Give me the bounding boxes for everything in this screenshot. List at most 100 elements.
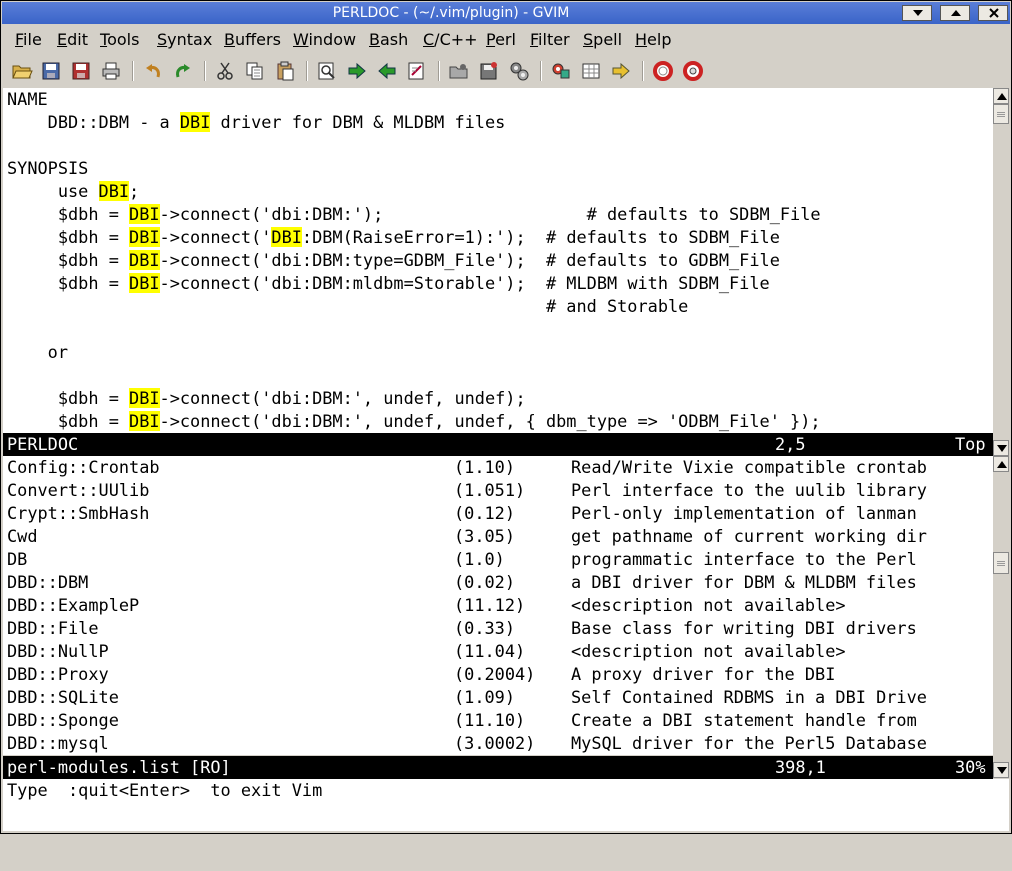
scroll-thumb[interactable]	[993, 552, 1009, 574]
scroll-down-button[interactable]	[993, 762, 1009, 778]
module-version: (3.05)	[454, 526, 516, 546]
menu-edit[interactable]: Edit	[57, 30, 88, 49]
window-menu-button[interactable]	[902, 5, 932, 21]
module-row[interactable]: DBD::mysql (3.0002) MySQL driver for the P…	[3, 732, 993, 755]
module-name: DBD::NullP	[7, 641, 109, 661]
module-description: a DBI driver for DBM & MLDBM files	[571, 572, 917, 592]
scroll-up-button[interactable]	[993, 88, 1009, 104]
menu-filter[interactable]: Filter	[530, 30, 570, 49]
buffer-name: PERLDOC	[7, 434, 79, 454]
module-description: <description not available>	[571, 641, 846, 661]
help-icon[interactable]	[652, 60, 674, 82]
title-bar[interactable]: PERLDOC - (~/.vim/plugin) - GVIM	[2, 2, 1010, 24]
gvim-window: PERLDOC - (~/.vim/plugin) - GVIM File Edi…	[0, 0, 1012, 834]
shell-icon[interactable]	[580, 60, 602, 82]
copy-icon[interactable]	[244, 60, 266, 82]
menu-syntax[interactable]: Syntax	[157, 30, 212, 49]
menu-help[interactable]: Help	[635, 30, 671, 49]
session-open-icon[interactable]	[448, 60, 470, 82]
menu-window[interactable]: Window	[293, 30, 356, 49]
replace-icon[interactable]	[406, 60, 428, 82]
module-description: Base class for writing DBI drivers	[571, 618, 917, 638]
module-description: <description not available>	[571, 595, 846, 615]
module-name: DBD::Sponge	[7, 710, 119, 730]
tags-icon[interactable]	[610, 60, 632, 82]
doc-line: DBD::DBM - a DBI driver for DBM & MLDBM …	[7, 112, 506, 132]
save-all-icon[interactable]	[70, 60, 92, 82]
cut-icon[interactable]	[214, 60, 236, 82]
module-description: Perl-only implementation of lanman	[571, 503, 917, 523]
run-script-icon[interactable]	[508, 60, 530, 82]
module-list-scrollbar[interactable]	[993, 456, 1009, 778]
menu-bash[interactable]: Bash	[369, 30, 408, 49]
maximize-button[interactable]	[940, 5, 970, 21]
module-version: (1.10)	[454, 457, 516, 477]
module-description: Create a DBI statement handle from	[571, 710, 917, 730]
module-version: (1.051)	[454, 480, 526, 500]
search-match: DBI	[129, 411, 160, 431]
redo-icon[interactable]	[172, 60, 194, 82]
make-icon[interactable]	[550, 60, 572, 82]
close-button[interactable]	[978, 5, 1008, 21]
menu-tools[interactable]: Tools	[100, 30, 139, 49]
find-next-icon[interactable]	[346, 60, 368, 82]
module-row[interactable]: DBD::File (0.33) Base class for writing DB…	[3, 617, 993, 640]
search-match: DBI	[271, 227, 302, 247]
scroll-up-button[interactable]	[993, 456, 1009, 472]
paste-icon[interactable]	[274, 60, 296, 82]
buffer-name: perl-modules.list [RO]	[7, 757, 231, 777]
chevron-down-icon	[913, 10, 923, 16]
module-version: (1.0)	[454, 549, 505, 569]
menu-buffers[interactable]: Buffers	[224, 30, 281, 49]
module-row[interactable]: DBD::ExampleP (11.12) <description not ava…	[3, 594, 993, 617]
module-row[interactable]: Convert::UUlib (1.051) Perl interface to t…	[3, 479, 993, 502]
find-icon[interactable]	[316, 60, 338, 82]
scroll-thumb[interactable]	[993, 104, 1009, 124]
module-row[interactable]: DBD::DBM (0.02) a DBI driver for DBM & MLD…	[3, 571, 993, 594]
undo-icon[interactable]	[142, 60, 164, 82]
module-row[interactable]: Cwd (3.05) get pathname of current working…	[3, 525, 993, 548]
module-name: DBD::ExampleP	[7, 595, 140, 615]
perldoc-scrollbar[interactable]	[993, 88, 1009, 456]
menu-bar: File Edit Tools Syntax Buffers Window Bash C/C+…	[2, 26, 1010, 54]
doc-line: or	[7, 342, 69, 362]
module-row[interactable]: DB (1.0) programmatic interface to the Per…	[3, 548, 993, 571]
module-row[interactable]: DBD::Proxy (0.2004) A proxy driver for the…	[3, 663, 993, 686]
find-prev-icon[interactable]	[376, 60, 398, 82]
module-row[interactable]: Config::Crontab (1.10) Read/Write Vixie co…	[3, 456, 993, 479]
doc-line: $dbh = DBI->connect('dbi:DBM:', undef, u…	[7, 411, 821, 431]
module-row[interactable]: DBD::SQLite (1.09) Self Contained RDBMS in…	[3, 686, 993, 709]
module-version: (0.02)	[454, 572, 516, 592]
module-list-pane[interactable]: Config::Crontab (1.10) Read/Write Vixie co…	[3, 456, 993, 755]
module-name: Crypt::SmbHash	[7, 503, 150, 523]
open-icon[interactable]	[11, 60, 33, 82]
menu-spell[interactable]: Spell	[583, 30, 622, 49]
search-match: DBI	[129, 227, 160, 247]
module-name: Cwd	[7, 526, 38, 546]
menu-perl[interactable]: Perl	[486, 30, 516, 49]
doc-line: # and Storable	[7, 296, 689, 316]
menu-c-c-[interactable]: C/C++	[423, 30, 478, 49]
command-line[interactable]: Type :quit<Enter> to exit Vim	[3, 779, 1009, 831]
module-name: DBD::Proxy	[7, 664, 109, 684]
module-row[interactable]: DBD::NullP (11.04) <description not availa…	[3, 640, 993, 663]
doc-line: $dbh = DBI->connect('dbi:DBM:mldbm=Stora…	[7, 273, 770, 293]
module-description: Perl interface to the uulib library	[571, 480, 927, 500]
find-help-icon[interactable]	[682, 60, 704, 82]
perldoc-pane[interactable]: NAME DBD::DBM - a DBI driver for DBM & M…	[3, 88, 993, 433]
session-save-icon[interactable]	[478, 60, 500, 82]
module-description: get pathname of current working dir	[571, 526, 927, 546]
print-icon[interactable]	[100, 60, 122, 82]
module-version: (11.12)	[454, 595, 526, 615]
save-icon[interactable]	[40, 60, 62, 82]
menu-file[interactable]: File	[15, 30, 42, 49]
doc-line: SYNOPSIS	[7, 158, 89, 178]
perldoc-statusline: PERLDOC 2,5 Top	[3, 433, 993, 456]
module-row[interactable]: DBD::Sponge (11.10) Create a DBI statement…	[3, 709, 993, 732]
chevron-up-icon	[951, 10, 961, 16]
module-name: DBD::SQLite	[7, 687, 119, 707]
search-match: DBI	[129, 250, 160, 270]
search-match: DBI	[129, 273, 160, 293]
scroll-down-button[interactable]	[993, 440, 1009, 456]
module-row[interactable]: Crypt::SmbHash (0.12) Perl-only implementa…	[3, 502, 993, 525]
